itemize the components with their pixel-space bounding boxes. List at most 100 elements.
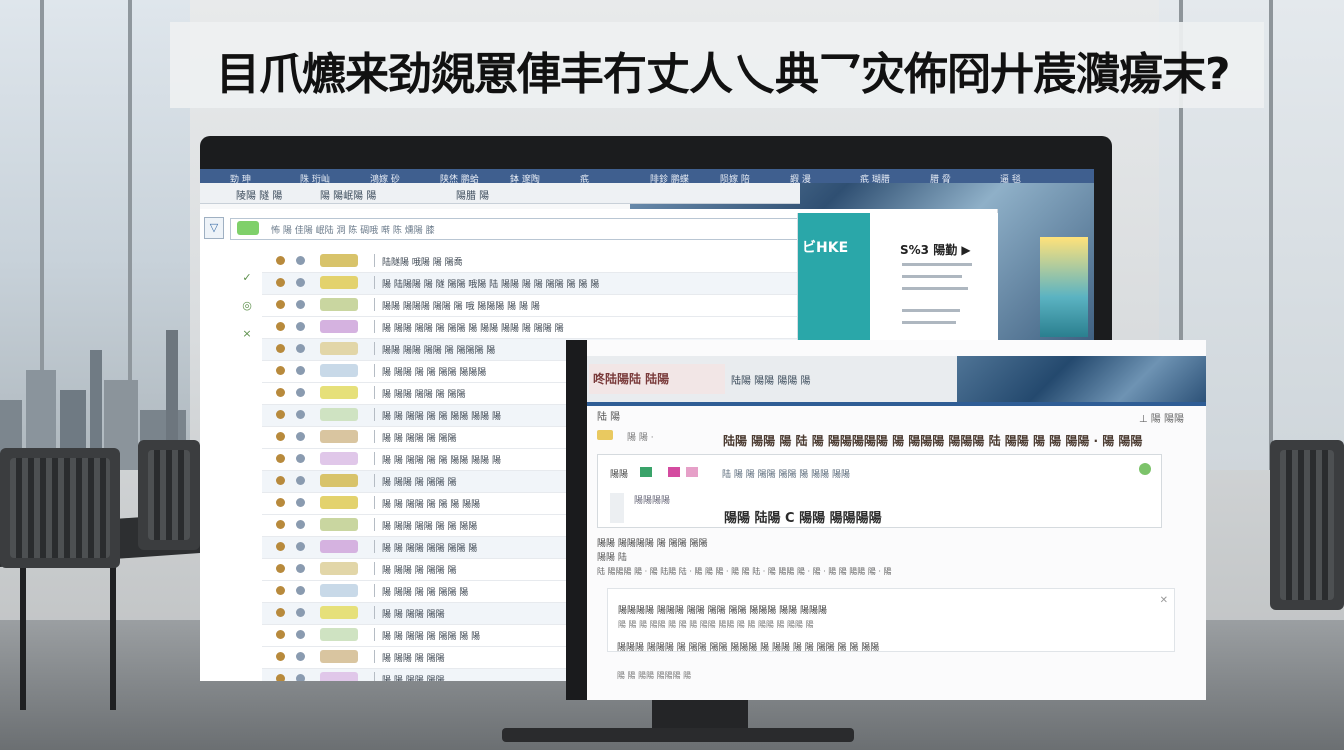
mail-subject: 陽 陽 陽陽 陽陽 陽陽 陽 — [382, 544, 478, 554]
label-tag — [320, 584, 358, 597]
divider — [374, 496, 375, 509]
mail-subject: 陽 陽陽 陽 陽陽 陽 — [382, 478, 457, 488]
email-header: 咚陆陽陆 陆陽 陆陽 陽陽 陽陽 陽 — [587, 356, 1206, 402]
mail-subject: 陽 陽陽 陽 陽 陽陽 陽 — [382, 588, 469, 598]
avatar — [276, 608, 285, 617]
avatar — [296, 586, 305, 595]
color-swatch — [668, 467, 680, 477]
thumbnail-image — [1040, 237, 1088, 337]
label-chip[interactable] — [597, 430, 613, 440]
avatar — [296, 476, 305, 485]
label-tag — [320, 364, 358, 377]
label-tag — [320, 452, 358, 465]
avatar — [276, 278, 285, 287]
monitor-stand-base — [502, 728, 854, 742]
mail-subject: 陽 陽 陽陽 陽 陽 陽陽 陽陽 陽 — [382, 412, 502, 422]
mail-subject: 陽 陽 陽陽 陽 陽陽 — [382, 434, 457, 444]
tool-icon[interactable]: × — [238, 327, 256, 341]
avatar — [276, 256, 285, 265]
label-tag — [320, 606, 358, 619]
avatar — [276, 674, 285, 681]
avatar — [296, 608, 305, 617]
avatar — [276, 498, 285, 507]
chair — [138, 440, 200, 550]
sender-name[interactable]: 陽陽 — [610, 467, 628, 480]
label-tag — [320, 540, 358, 553]
mail-subject: 陽 陽陽 陽 陽陽 陽 — [382, 566, 457, 576]
avatar — [296, 300, 305, 309]
message-title: 陽陽 陆陽 C 陽陽 陽陽陽陽 — [724, 511, 882, 526]
label-tag — [320, 474, 358, 487]
filter-button[interactable]: ▽ — [204, 217, 224, 239]
avatar — [296, 432, 305, 441]
label-tag — [320, 408, 358, 421]
mail-subject: 陽 陽陽 陽陽 陽 陽陽 陽 陽陽 陽陽 陽 陽陽 陽 — [382, 324, 564, 334]
divider — [374, 408, 375, 421]
top-menu-bar: 勁 珅陎 珩屾 鴻嫁 砂陕烋 鹏蛤鉢 邃陶疧陫鉁 鹏蝶 陨嫁 陪嘏 漫疧 瑚腊腊 脅… — [200, 169, 1094, 185]
close-icon[interactable]: ✕ — [1160, 595, 1168, 606]
tool-icon[interactable]: ◎ — [238, 299, 256, 313]
mail-subject: 陽 陆陽陽 陽 隧 陽陽 哦陽 陆 陽陽 陽 陽 陽陽 陽 陽 陽 — [382, 280, 600, 290]
header-tab[interactable]: 陆陽 陽陽 陽陽 陽 — [731, 372, 811, 387]
divider — [374, 254, 375, 267]
reply-block: 陽陽陽 陽陽陽 陽 陽陽 陽陽 陽陽陽 陽 陽陽 陽 陽 陽陽 陽 陽 陽陽 — [607, 638, 1173, 672]
action-strip[interactable]: 陆 陽陽陽 陽 · 陽 陆陽 陆 · 陽 陽 陽 · 陽 陽 陆 · 陽 陽陽 … — [597, 566, 891, 577]
mail-subject: 陽 陽陽 陽 陽 陽陽 陽陽陽 — [382, 368, 487, 378]
divider — [374, 364, 375, 377]
text-line — [902, 275, 962, 278]
mail-subject: 陽 陽 陽陽 陽陽 — [382, 610, 445, 620]
toolbar-label[interactable]: 陆 陽 — [597, 408, 620, 423]
desk-leg — [110, 560, 116, 710]
title-banner: 目爪爊来劲覢罳俥丰冇丈人乀典乛灾佈冏廾莀濻瘍末? — [170, 22, 1264, 108]
monitor-stand — [652, 700, 748, 730]
divider — [374, 650, 375, 663]
tool-icon[interactable]: ✓ — [238, 271, 256, 285]
color-swatch — [686, 467, 698, 477]
side-card-banner — [798, 213, 870, 341]
mail-subject: 陆隧陽 哦陽 陽 陽喬 — [382, 258, 463, 268]
avatar — [296, 366, 305, 375]
side-card-heading: S%3 陽勤 ▶ — [900, 243, 971, 257]
tab-inbox[interactable]: 陵陽 隧 陽 — [236, 187, 282, 202]
avatar — [276, 432, 285, 441]
reply-line: 陽陽陽陽 陽陽陽 陽陽 陽陽 陽陽 陽陽陽 陽陽 陽陽陽 — [618, 606, 828, 616]
list-item[interactable]: 陽 陽陽 陽陽 陽 陽陽 陽 陽陽 陽陽 陽 陽陽 陽 — [262, 317, 797, 339]
divider — [374, 276, 375, 289]
avatar — [296, 454, 305, 463]
app-logo[interactable]: 咚陆陽陆 陆陽 — [589, 364, 725, 394]
body-heading: 陽陽 陽陽陽陽 陽 陽陽 陽陽 — [597, 539, 708, 549]
reply-line: 陽陽陽 陽陽陽 陽 陽陽 陽陽 陽陽陽 陽 陽陽 陽 陽 陽陽 陽 陽 陽陽 — [617, 643, 880, 653]
list-item[interactable]: 陽 陆陽陽 陽 隧 陽陽 哦陽 陆 陽陽 陽 陽 陽陽 陽 陽 陽 — [262, 273, 797, 295]
label-tag — [320, 562, 358, 575]
label-tag — [320, 320, 358, 333]
divider — [374, 584, 375, 597]
divider — [374, 474, 375, 487]
side-card-title: ビHKE — [802, 240, 849, 256]
list-item[interactable]: 陆隧陽 哦陽 陽 陽喬 — [262, 251, 797, 273]
nav-bar — [587, 402, 1206, 406]
avatar — [296, 652, 305, 661]
attachment-label[interactable]: 陽陽陽陽 — [634, 493, 670, 506]
mail-subject: 陽 陽 陽陽 陽 陽 陽 陽陽 — [382, 500, 481, 510]
avatar — [296, 520, 305, 529]
tab-sent[interactable]: 陽 陽岷陽 陽 — [320, 187, 376, 202]
front-monitor-screen: 咚陆陽陆 陆陽 陆陽 陽陽 陽陽 陽 陆 陽 ⊥ 陽 陽陽 陽 陽 · 陆陽 陽… — [587, 340, 1206, 700]
list-item[interactable]: 陽陽 陽陽陽 陽陽 陽 哦 陽陽陽 陽 陽 陽 — [262, 295, 797, 317]
user-menu[interactable]: ⊥ 陽 陽陽 — [1139, 410, 1184, 425]
sender-avatar — [610, 493, 624, 523]
label-tag — [320, 650, 358, 663]
mail-subject: 陽 陽 陽陽 陽 陽 陽陽 陽陽 陽 — [382, 456, 502, 466]
tab-drafts[interactable]: 陽腊 陽 — [456, 187, 489, 202]
avatar — [276, 410, 285, 419]
avatar — [276, 630, 285, 639]
divider — [374, 540, 375, 553]
mail-subject: 陽 陽 陽陽 陽 陽陽 陽 陽 — [382, 632, 481, 642]
mail-subject: 陽 陽陽 陽陽 陽 陽 陽陽 — [382, 522, 478, 532]
reply-line: 陽 陽 陽 陽陽 陽 陽 陽 陽陽 陽陽 陽 陽 陽陽 陽 陽陽 陽 — [618, 620, 814, 629]
avatar — [276, 564, 285, 573]
avatar — [296, 542, 305, 551]
label-tag — [320, 518, 358, 531]
search-input[interactable]: 怖 陽 佳陽 岷陆 洞 陈 碉哦 啭 陈 燻陽 膝 — [230, 218, 802, 240]
divider — [374, 606, 375, 619]
text-line — [902, 263, 972, 266]
